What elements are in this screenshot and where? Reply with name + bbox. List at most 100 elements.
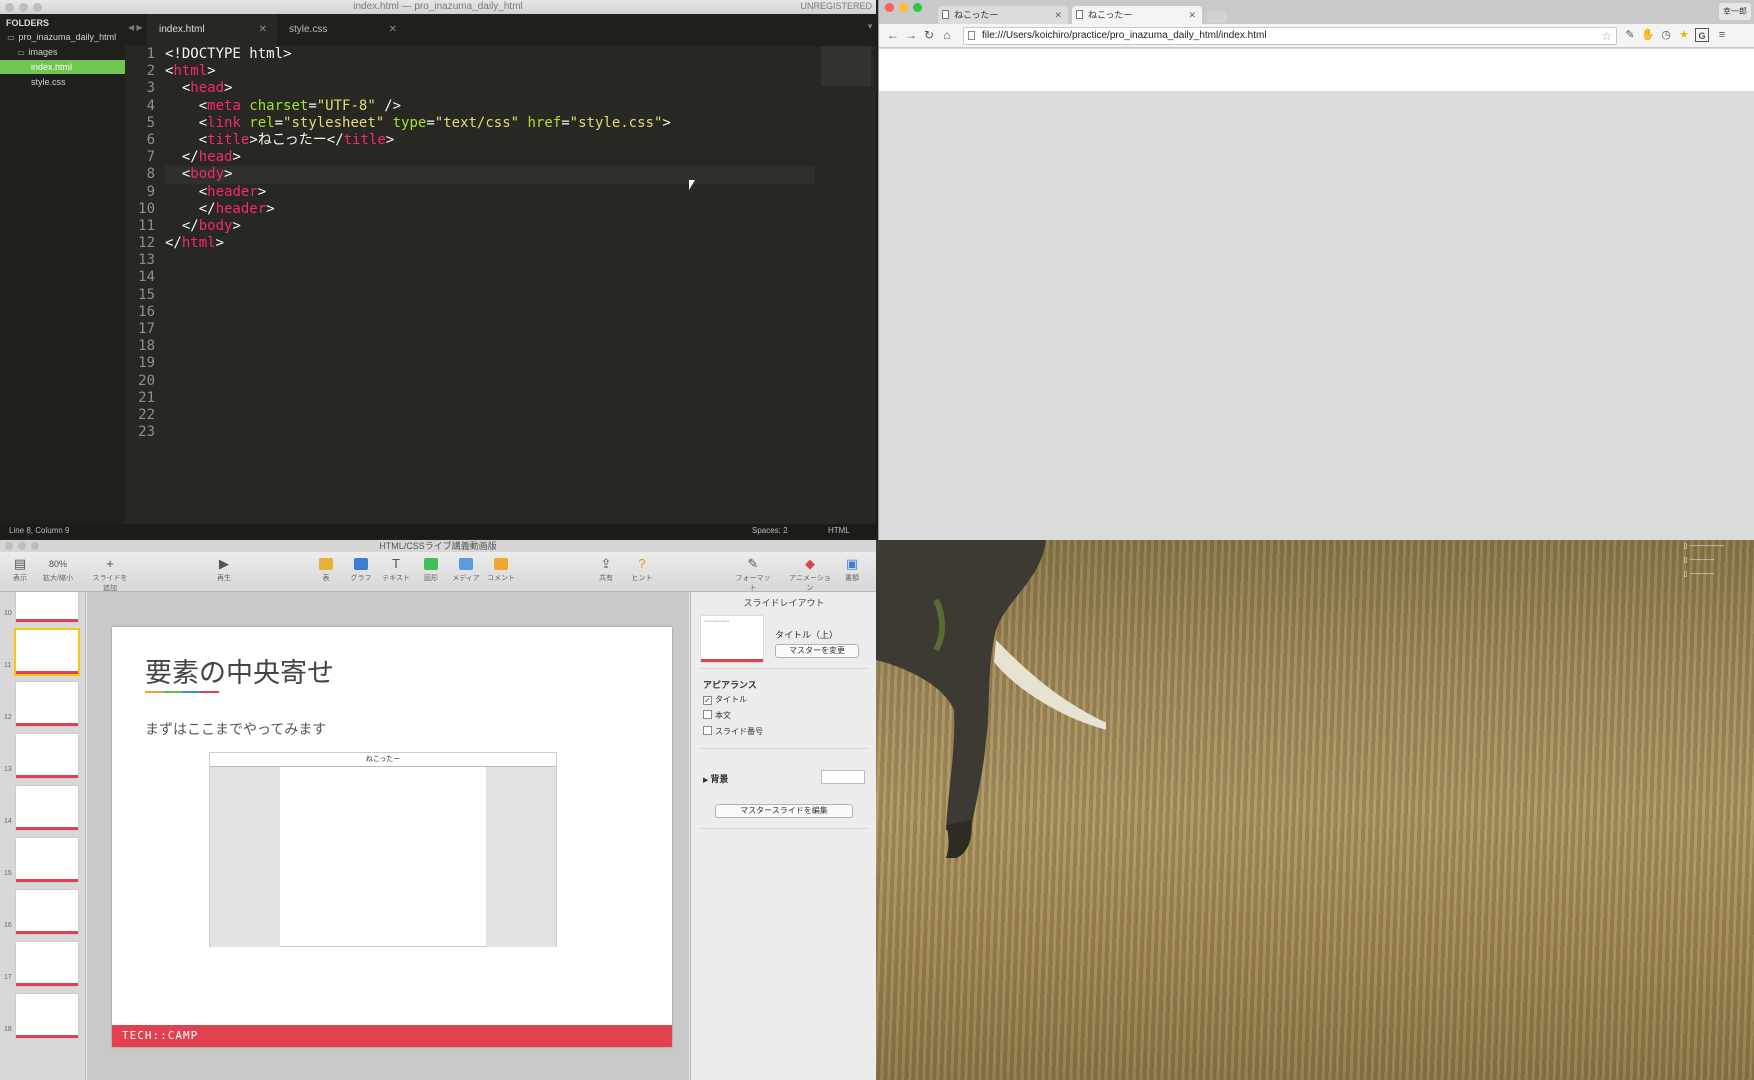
tips-button[interactable]: ? ヒント (622, 555, 662, 583)
clock-extension-icon[interactable]: ◷ (1659, 28, 1673, 42)
document-icon: ▣ (845, 556, 859, 571)
indentation-setting[interactable]: Spaces: 2 (752, 526, 788, 535)
background-color-well[interactable] (821, 770, 865, 784)
page-icon (968, 31, 975, 40)
edit-master-slide-button[interactable]: マスタースライドを編集 (715, 804, 853, 818)
toolbar-label: スライドを追加 (92, 575, 128, 592)
minimize-window-button[interactable] (18, 542, 26, 550)
toolbar-label: 表示 (13, 575, 27, 582)
line-number: 4 (146, 97, 155, 114)
slide-thumbnail[interactable] (16, 786, 78, 830)
close-tab-icon[interactable]: ✕ (1188, 6, 1196, 24)
background-label: 背景 (710, 774, 729, 784)
sidebar-item-style-css[interactable]: style.css (0, 75, 125, 89)
checkbox-checked-icon: ✓ (703, 696, 712, 705)
media-button[interactable]: メディア (446, 555, 486, 583)
current-slide[interactable]: 要素の中央寄せ まずはここまでやってみます ねこったー TECH::CAMP (112, 627, 672, 1047)
keynote-window-title: HTML/CSSライブ講義動画版 (379, 541, 497, 551)
code-string: "style.css" (569, 114, 663, 131)
slide-thumbnail[interactable] (16, 592, 78, 622)
home-icon[interactable]: ⌂ (939, 28, 955, 42)
close-tab-icon[interactable]: ✕ (389, 14, 397, 46)
slide-title[interactable]: 要素の中央寄せ (145, 651, 334, 690)
slide-thumbnail[interactable] (16, 994, 78, 1038)
toolbar-label: 拡大/縮小 (43, 575, 73, 582)
format-button[interactable]: ✎ フォーマット (733, 555, 773, 593)
document-button[interactable]: ▣ 書類 (832, 555, 872, 583)
browser-tab-2[interactable]: ねこったー ✕ (1072, 6, 1202, 24)
body-checkbox[interactable]: 本文 (703, 710, 731, 721)
code-text: < (165, 183, 208, 200)
text-button[interactable]: T テキスト (376, 555, 416, 583)
slide-thumbnail[interactable] (16, 838, 78, 882)
tab-index-html[interactable]: index.html ✕ (147, 14, 277, 46)
animate-button[interactable]: ◆ アニメーション (786, 555, 834, 593)
forward-arrow-icon[interactable]: → (903, 28, 919, 42)
address-bar[interactable]: file:///Users/koichiro/practice/pro_inaz… (963, 27, 1617, 45)
sidebar-item-project-folder[interactable]: ▭ pro_inazuma_daily_html (0, 30, 125, 44)
minimize-window-button[interactable] (899, 3, 908, 12)
reload-icon[interactable]: ↻ (921, 28, 937, 42)
line-number: 6 (146, 131, 155, 148)
table-button[interactable]: 表 (306, 555, 346, 583)
syntax-mode[interactable]: HTML (828, 526, 850, 535)
layout-thumbnail[interactable]: Lorem Ipsum Dolor (701, 616, 763, 662)
comment-button[interactable]: コメント (481, 555, 521, 583)
browser-tab-1[interactable]: ねこったー ✕ (938, 6, 1068, 24)
sidebar-item-index-html[interactable]: index.html (0, 60, 125, 74)
desktop-file-icon[interactable]: ▯ ───── (1683, 568, 1724, 582)
desktop-file-icon[interactable]: ▯ ───── (1683, 554, 1724, 568)
view-button[interactable]: ▤ 表示 (0, 555, 40, 583)
code-text: < (165, 97, 208, 114)
code-text: </ (165, 217, 199, 234)
close-window-button[interactable] (885, 3, 894, 12)
g-extension-icon[interactable]: G (1695, 28, 1709, 42)
star-extension-icon[interactable]: ★ (1677, 28, 1691, 42)
tab-nav-arrows-icon[interactable]: ◀ ▶ (128, 23, 143, 32)
slide-navigator[interactable]: 10 11 12 13 14 15 16 17 18 (0, 592, 86, 1080)
slide-number: 14 (4, 818, 12, 825)
play-button[interactable]: ▶ 再生 (204, 555, 244, 583)
code-line-5: <link rel="stylesheet" type="text/css" h… (165, 115, 815, 132)
toolbar-label: 表 (322, 575, 330, 582)
layout-mock-image[interactable]: ねこったー (209, 752, 557, 947)
tab-style-css[interactable]: style.css ✕ (277, 14, 407, 46)
slide-thumbnail[interactable] (14, 628, 80, 676)
bookmark-star-icon[interactable]: ☆ (1601, 28, 1612, 44)
code-area[interactable]: <!DOCTYPE html> <html> <head> <meta char… (165, 46, 815, 522)
share-button[interactable]: ⇪ 共有 (586, 555, 626, 583)
minimap[interactable] (821, 46, 871, 86)
close-tab-icon[interactable]: ✕ (259, 14, 267, 46)
slide-number: 11 (4, 662, 12, 669)
profile-button[interactable]: 幸一郎 (1719, 3, 1751, 20)
sidebar-item-images-folder[interactable]: ▭ images (0, 45, 125, 59)
line-number: 14 (138, 269, 155, 286)
zoom-window-button[interactable] (913, 3, 922, 12)
chart-button[interactable]: グラフ (341, 555, 381, 583)
add-slide-button[interactable]: + スライドを追加 (90, 555, 130, 593)
title-checkbox[interactable]: ✓ タイトル (703, 694, 747, 705)
tab-overflow-chevron-icon[interactable]: ▼ (866, 22, 874, 31)
close-window-button[interactable] (5, 542, 13, 550)
shape-button[interactable]: 図形 (411, 555, 451, 583)
zoom-window-button[interactable] (31, 542, 39, 550)
slide-thumbnail[interactable] (16, 682, 78, 726)
code-text: > (215, 235, 225, 252)
change-master-button[interactable]: マスターを変更 (775, 644, 859, 658)
new-tab-button[interactable] (1207, 11, 1227, 23)
desktop-file-icon[interactable]: ▯ ─────── (1683, 540, 1724, 554)
slide-thumbnail[interactable] (16, 734, 78, 778)
background-disclosure[interactable]: ▶ 背景 (703, 772, 728, 785)
back-arrow-icon[interactable]: ← (885, 28, 901, 42)
hand-extension-icon[interactable]: ✋ (1641, 28, 1655, 42)
menu-icon[interactable]: ≡ (1715, 28, 1729, 42)
desktop-files: ▯ ─────── ▯ ───── ▯ ───── (1683, 540, 1724, 582)
keynote-toolbar: ▤ 表示 80% 拡大/縮小 + スライドを追加 ▶ 再生 表 グラフ T テキスト 図形… (0, 552, 876, 592)
close-tab-icon[interactable]: ✕ (1054, 6, 1062, 24)
zoom-button[interactable]: 80% 拡大/縮小 (38, 555, 78, 583)
slide-number-checkbox[interactable]: スライド番号 (703, 726, 763, 737)
slide-thumbnail[interactable] (16, 890, 78, 934)
eyedropper-extension-icon[interactable]: ✎ (1623, 28, 1637, 42)
slide-body-text[interactable]: まずはここまでやってみます (145, 719, 326, 739)
slide-thumbnail[interactable] (16, 942, 78, 986)
